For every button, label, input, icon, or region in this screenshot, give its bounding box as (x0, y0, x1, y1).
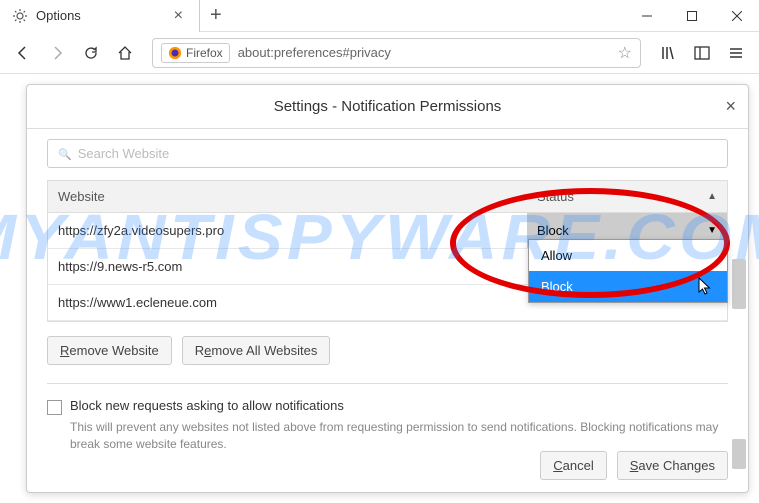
column-website[interactable]: Website (48, 181, 527, 212)
bookmark-star-icon[interactable]: ☆ (618, 43, 632, 63)
toolbar: Firefox about:preferences#privacy ☆ (0, 32, 759, 74)
website-cell: https://zfy2a.videosupers.pro (48, 213, 527, 248)
dialog-title: Settings - Notification Permissions (274, 98, 502, 115)
tab-close-icon[interactable]: × (170, 7, 187, 25)
scrollbar-thumb[interactable] (732, 439, 746, 469)
new-tab-button[interactable]: + (200, 4, 232, 27)
menu-icon[interactable] (721, 38, 751, 68)
sidebar-icon[interactable] (687, 38, 717, 68)
url-text: about:preferences#privacy (238, 45, 391, 60)
remove-website-button[interactable]: Remove Website (47, 336, 172, 365)
chevron-down-icon: ▼ (707, 225, 717, 236)
tab-title: Options (36, 8, 81, 23)
firefox-icon (168, 46, 182, 60)
table-header: Website Status▲ (48, 181, 727, 213)
search-website-input[interactable]: Search Website (47, 139, 728, 168)
dropdown-option-allow[interactable]: Allow (529, 240, 727, 271)
badge-text: Firefox (186, 46, 223, 60)
url-bar[interactable]: Firefox about:preferences#privacy ☆ (152, 38, 641, 68)
minimize-button[interactable] (624, 0, 669, 32)
dropdown-option-block[interactable]: Block (529, 271, 727, 302)
window-controls (624, 0, 759, 32)
sort-caret-icon: ▲ (707, 191, 717, 202)
dialog-header: Settings - Notification Permissions × (27, 85, 748, 129)
block-new-checkbox-row: Block new requests asking to allow notif… (47, 398, 728, 415)
divider (47, 383, 728, 384)
column-status[interactable]: Status▲ (527, 181, 727, 212)
checkbox-description: This will prevent any websites not liste… (70, 419, 728, 453)
scrollbar-thumb[interactable] (732, 259, 746, 309)
firefox-badge: Firefox (161, 43, 230, 63)
forward-button (42, 38, 72, 68)
remove-all-button[interactable]: Remove All Websites (182, 336, 331, 365)
back-button[interactable] (8, 38, 38, 68)
home-button[interactable] (110, 38, 140, 68)
dialog-close-icon[interactable]: × (725, 96, 736, 117)
block-new-checkbox[interactable] (47, 400, 62, 415)
checkbox-label[interactable]: Block new requests asking to allow notif… (70, 398, 344, 413)
maximize-button[interactable] (669, 0, 714, 32)
dialog-footer: Cancel Save Changes (540, 451, 728, 480)
library-icon[interactable] (653, 38, 683, 68)
cancel-button[interactable]: Cancel (540, 451, 606, 480)
gear-icon (12, 8, 28, 24)
browser-tab[interactable]: Options × (0, 0, 200, 32)
titlebar: Options × + (0, 0, 759, 32)
close-button[interactable] (714, 0, 759, 32)
action-buttons: Remove Website Remove All Websites (47, 336, 728, 365)
reload-button[interactable] (76, 38, 106, 68)
status-dropdown-menu: Allow Block (528, 239, 728, 303)
settings-dialog: Settings - Notification Permissions × Se… (26, 84, 749, 493)
save-changes-button[interactable]: Save Changes (617, 451, 728, 480)
